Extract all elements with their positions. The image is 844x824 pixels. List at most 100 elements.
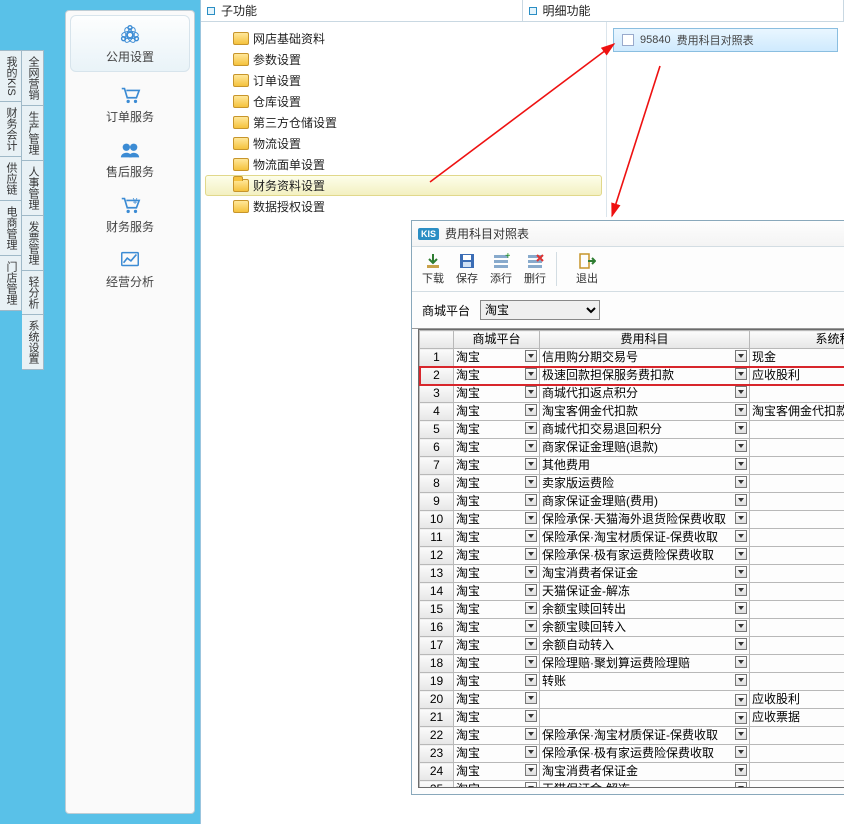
- nav-item-finance-service[interactable]: ¥财务服务: [66, 186, 194, 241]
- platform-select[interactable]: 淘宝: [480, 300, 600, 320]
- grid-cell[interactable]: [750, 781, 844, 789]
- save-button[interactable]: 保存: [450, 250, 484, 288]
- dropdown-icon[interactable]: [525, 494, 537, 506]
- dropdown-icon[interactable]: [525, 710, 537, 722]
- dropdown-icon[interactable]: [735, 440, 747, 452]
- dropdown-icon[interactable]: [525, 548, 537, 560]
- dropdown-icon[interactable]: [735, 476, 747, 488]
- grid-cell[interactable]: [750, 673, 844, 691]
- dropdown-icon[interactable]: [735, 694, 747, 706]
- del-row-button[interactable]: 删行: [518, 250, 552, 288]
- dropdown-icon[interactable]: [735, 602, 747, 614]
- table-row[interactable]: 24淘宝淘宝消费者保证金: [420, 763, 844, 781]
- grid-cell[interactable]: 天猫保证金-解冻: [540, 781, 750, 789]
- grid-cell[interactable]: [750, 619, 844, 637]
- table-row[interactable]: 25淘宝天猫保证金-解冻: [420, 781, 844, 789]
- grid-cell[interactable]: 淘宝: [454, 781, 540, 789]
- dropdown-icon[interactable]: [735, 422, 747, 434]
- grid-scroll[interactable]: 商城平台费用科目系统科目 1淘宝信用购分期交易号现金2淘宝极速回款担保服务费扣款…: [418, 329, 844, 788]
- dropdown-icon[interactable]: [735, 638, 747, 650]
- dropdown-icon[interactable]: [525, 728, 537, 740]
- grid-header[interactable]: 商城平台: [454, 331, 540, 349]
- dropdown-icon[interactable]: [735, 368, 747, 380]
- grid-cell[interactable]: [750, 655, 844, 673]
- nav-item-after-sale[interactable]: 售后服务: [66, 131, 194, 186]
- grid-cell[interactable]: [540, 691, 750, 709]
- grid-cell[interactable]: 商家保证金理赔(退款): [540, 439, 750, 457]
- table-row[interactable]: 21淘宝应收票据: [420, 709, 844, 727]
- table-row[interactable]: 23淘宝保险承保·极有家运费险保费收取: [420, 745, 844, 763]
- grid-cell[interactable]: 商城代扣返点积分: [540, 385, 750, 403]
- grid-cell[interactable]: [750, 457, 844, 475]
- dropdown-icon[interactable]: [735, 386, 747, 398]
- grid-cell[interactable]: 淘宝: [454, 529, 540, 547]
- grid-cell[interactable]: 淘宝: [454, 403, 540, 421]
- dropdown-icon[interactable]: [735, 764, 747, 776]
- dropdown-icon[interactable]: [735, 584, 747, 596]
- dropdown-icon[interactable]: [735, 712, 747, 724]
- grid-cell[interactable]: 余额自动转入: [540, 637, 750, 655]
- grid-cell[interactable]: 淘宝消费者保证金: [540, 565, 750, 583]
- grid-cell[interactable]: 淘宝: [454, 511, 540, 529]
- grid-cell[interactable]: 淘宝: [454, 565, 540, 583]
- dropdown-icon[interactable]: [735, 674, 747, 686]
- grid-cell[interactable]: 淘宝: [454, 691, 540, 709]
- grid-cell[interactable]: 淘宝: [454, 493, 540, 511]
- grid-cell[interactable]: 淘宝: [454, 475, 540, 493]
- table-row[interactable]: 17淘宝余额自动转入: [420, 637, 844, 655]
- table-row[interactable]: 15淘宝余额宝赎回转出: [420, 601, 844, 619]
- dropdown-icon[interactable]: [735, 566, 747, 578]
- vtab[interactable]: 生产管理: [22, 106, 44, 161]
- grid-cell[interactable]: 应收票据: [750, 709, 844, 727]
- dropdown-icon[interactable]: [525, 674, 537, 686]
- dropdown-icon[interactable]: [525, 764, 537, 776]
- grid-cell[interactable]: 其他费用: [540, 457, 750, 475]
- dropdown-icon[interactable]: [735, 656, 747, 668]
- grid-cell[interactable]: [540, 709, 750, 727]
- download-button[interactable]: 下载: [416, 250, 450, 288]
- grid-cell[interactable]: 淘宝: [454, 655, 540, 673]
- vtab[interactable]: 系统设置: [22, 315, 44, 370]
- dropdown-icon[interactable]: [525, 692, 537, 704]
- tree-item[interactable]: 物流面单设置: [205, 154, 602, 175]
- grid-cell[interactable]: [750, 637, 844, 655]
- grid-cell[interactable]: 淘宝: [454, 547, 540, 565]
- table-row[interactable]: 19淘宝转账: [420, 673, 844, 691]
- tree-item[interactable]: 财务资料设置: [205, 175, 602, 196]
- grid-cell[interactable]: [750, 565, 844, 583]
- table-row[interactable]: 18淘宝保险理赔·聚划算运费险理赔: [420, 655, 844, 673]
- vtab[interactable]: 我的KIS: [0, 50, 22, 102]
- dropdown-icon[interactable]: [525, 566, 537, 578]
- dropdown-icon[interactable]: [735, 548, 747, 560]
- grid-cell[interactable]: [750, 493, 844, 511]
- dropdown-icon[interactable]: [525, 458, 537, 470]
- table-row[interactable]: 22淘宝保险承保·淘宝材质保证-保费收取: [420, 727, 844, 745]
- grid-cell[interactable]: 淘宝: [454, 439, 540, 457]
- dropdown-icon[interactable]: [735, 350, 747, 362]
- grid-cell[interactable]: 保险承保·淘宝材质保证-保费收取: [540, 727, 750, 745]
- grid-cell[interactable]: 信用购分期交易号: [540, 349, 750, 367]
- grid-cell[interactable]: [750, 529, 844, 547]
- grid-cell[interactable]: [750, 421, 844, 439]
- grid-cell[interactable]: 淘宝: [454, 385, 540, 403]
- grid-cell[interactable]: 淘宝: [454, 367, 540, 385]
- grid-cell[interactable]: 保险理赔·聚划算运费险理赔: [540, 655, 750, 673]
- grid-cell[interactable]: [750, 439, 844, 457]
- grid-cell[interactable]: 极速回款担保服务费扣款: [540, 367, 750, 385]
- grid-cell[interactable]: [750, 601, 844, 619]
- grid-cell[interactable]: 淘宝: [454, 421, 540, 439]
- detail-tab[interactable]: 95840 费用科目对照表: [613, 28, 838, 52]
- grid-cell[interactable]: 应收股利: [750, 691, 844, 709]
- dropdown-icon[interactable]: [735, 458, 747, 470]
- grid-cell[interactable]: [750, 727, 844, 745]
- nav-item-analysis[interactable]: 经营分析: [66, 241, 194, 296]
- grid-cell[interactable]: 保险承保·极有家运费险保费收取: [540, 745, 750, 763]
- table-row[interactable]: 20淘宝应收股利: [420, 691, 844, 709]
- dropdown-icon[interactable]: [525, 512, 537, 524]
- table-row[interactable]: 16淘宝余额宝赎回转入: [420, 619, 844, 637]
- dropdown-icon[interactable]: [735, 728, 747, 740]
- grid-cell[interactable]: 卖家版运费险: [540, 475, 750, 493]
- grid-cell[interactable]: 淘宝消费者保证金: [540, 763, 750, 781]
- grid-cell[interactable]: 淘宝客佣金代扣款: [540, 403, 750, 421]
- dropdown-icon[interactable]: [525, 404, 537, 416]
